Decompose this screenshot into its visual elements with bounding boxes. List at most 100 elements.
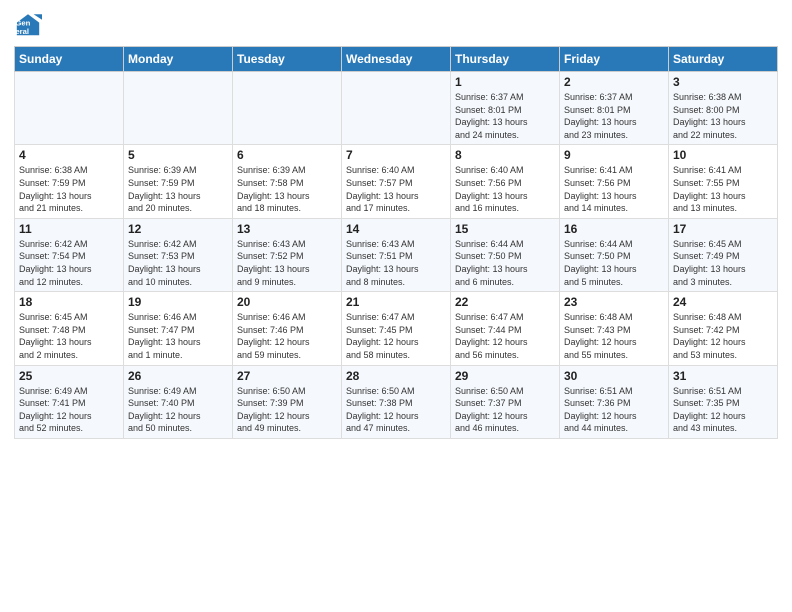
day-cell-5-6: 30 Sunrise: 6:51 AM Sunset: 7:36 PM Dayli… xyxy=(560,365,669,438)
day-cell-4-7: 24 Sunrise: 6:48 AM Sunset: 7:42 PM Dayli… xyxy=(669,292,778,365)
day-cell-5-7: 31 Sunrise: 6:51 AM Sunset: 7:35 PM Dayli… xyxy=(669,365,778,438)
day-number: 5 xyxy=(128,148,228,162)
day-number: 17 xyxy=(673,222,773,236)
day-number: 20 xyxy=(237,295,337,309)
day-number: 19 xyxy=(128,295,228,309)
day-cell-4-5: 22 Sunrise: 6:47 AM Sunset: 7:44 PM Dayli… xyxy=(451,292,560,365)
day-cell-5-5: 29 Sunrise: 6:50 AM Sunset: 7:37 PM Dayli… xyxy=(451,365,560,438)
day-info: Sunrise: 6:38 AM Sunset: 7:59 PM Dayligh… xyxy=(19,164,119,214)
day-cell-3-6: 16 Sunrise: 6:44 AM Sunset: 7:50 PM Dayli… xyxy=(560,218,669,291)
day-info: Sunrise: 6:46 AM Sunset: 7:47 PM Dayligh… xyxy=(128,311,228,361)
day-number: 22 xyxy=(455,295,555,309)
day-info: Sunrise: 6:41 AM Sunset: 7:55 PM Dayligh… xyxy=(673,164,773,214)
day-number: 24 xyxy=(673,295,773,309)
day-number: 4 xyxy=(19,148,119,162)
day-cell-4-1: 18 Sunrise: 6:45 AM Sunset: 7:48 PM Dayli… xyxy=(15,292,124,365)
day-number: 31 xyxy=(673,369,773,383)
day-info: Sunrise: 6:49 AM Sunset: 7:41 PM Dayligh… xyxy=(19,385,119,435)
day-info: Sunrise: 6:38 AM Sunset: 8:00 PM Dayligh… xyxy=(673,91,773,141)
day-number: 29 xyxy=(455,369,555,383)
day-number: 15 xyxy=(455,222,555,236)
logo: Gen eral xyxy=(14,10,46,38)
day-number: 30 xyxy=(564,369,664,383)
day-info: Sunrise: 6:48 AM Sunset: 7:43 PM Dayligh… xyxy=(564,311,664,361)
week-row-4: 18 Sunrise: 6:45 AM Sunset: 7:48 PM Dayli… xyxy=(15,292,778,365)
day-info: Sunrise: 6:50 AM Sunset: 7:37 PM Dayligh… xyxy=(455,385,555,435)
day-number: 9 xyxy=(564,148,664,162)
day-number: 26 xyxy=(128,369,228,383)
day-info: Sunrise: 6:51 AM Sunset: 7:35 PM Dayligh… xyxy=(673,385,773,435)
header-cell-friday: Friday xyxy=(560,47,669,72)
day-info: Sunrise: 6:51 AM Sunset: 7:36 PM Dayligh… xyxy=(564,385,664,435)
day-cell-5-3: 27 Sunrise: 6:50 AM Sunset: 7:39 PM Dayli… xyxy=(233,365,342,438)
week-row-3: 11Sunrise: 6:42 AM Sunset: 7:54 PM Dayli… xyxy=(15,218,778,291)
day-number: 6 xyxy=(237,148,337,162)
day-number: 18 xyxy=(19,295,119,309)
day-info: Sunrise: 6:42 AM Sunset: 7:53 PM Dayligh… xyxy=(128,238,228,288)
day-info: Sunrise: 6:46 AM Sunset: 7:46 PM Dayligh… xyxy=(237,311,337,361)
header-cell-saturday: Saturday xyxy=(669,47,778,72)
day-cell-5-2: 26 Sunrise: 6:49 AM Sunset: 7:40 PM Dayli… xyxy=(124,365,233,438)
svg-text:eral: eral xyxy=(15,27,29,36)
day-info: Sunrise: 6:43 AM Sunset: 7:51 PM Dayligh… xyxy=(346,238,446,288)
header: Gen eral xyxy=(14,10,778,38)
day-cell-4-2: 19 Sunrise: 6:46 AM Sunset: 7:47 PM Dayli… xyxy=(124,292,233,365)
day-info: Sunrise: 6:49 AM Sunset: 7:40 PM Dayligh… xyxy=(128,385,228,435)
day-number: 8 xyxy=(455,148,555,162)
day-number: 13 xyxy=(237,222,337,236)
svg-text:Gen: Gen xyxy=(15,18,30,27)
day-number: 23 xyxy=(564,295,664,309)
day-cell-2-1: 4 Sunrise: 6:38 AM Sunset: 7:59 PM Daylig… xyxy=(15,145,124,218)
header-cell-wednesday: Wednesday xyxy=(342,47,451,72)
day-number: 27 xyxy=(237,369,337,383)
day-cell-2-5: 8Sunrise: 6:40 AM Sunset: 7:56 PM Daylig… xyxy=(451,145,560,218)
day-info: Sunrise: 6:39 AM Sunset: 7:58 PM Dayligh… xyxy=(237,164,337,214)
header-cell-thursday: Thursday xyxy=(451,47,560,72)
day-cell-4-4: 21 Sunrise: 6:47 AM Sunset: 7:45 PM Dayli… xyxy=(342,292,451,365)
day-cell-5-1: 25Sunrise: 6:49 AM Sunset: 7:41 PM Dayli… xyxy=(15,365,124,438)
day-cell-3-4: 14 Sunrise: 6:43 AM Sunset: 7:51 PM Dayli… xyxy=(342,218,451,291)
day-cell-3-3: 13Sunrise: 6:43 AM Sunset: 7:52 PM Dayli… xyxy=(233,218,342,291)
day-cell-2-4: 7Sunrise: 6:40 AM Sunset: 7:57 PM Daylig… xyxy=(342,145,451,218)
day-info: Sunrise: 6:37 AM Sunset: 8:01 PM Dayligh… xyxy=(564,91,664,141)
day-number: 21 xyxy=(346,295,446,309)
day-number: 16 xyxy=(564,222,664,236)
week-row-5: 25Sunrise: 6:49 AM Sunset: 7:41 PM Dayli… xyxy=(15,365,778,438)
day-cell-4-3: 20 Sunrise: 6:46 AM Sunset: 7:46 PM Dayli… xyxy=(233,292,342,365)
day-info: Sunrise: 6:50 AM Sunset: 7:38 PM Dayligh… xyxy=(346,385,446,435)
page: Gen eral SundayMondayTuesdayWednesdayThu… xyxy=(0,0,792,612)
day-info: Sunrise: 6:45 AM Sunset: 7:49 PM Dayligh… xyxy=(673,238,773,288)
day-info: Sunrise: 6:47 AM Sunset: 7:44 PM Dayligh… xyxy=(455,311,555,361)
day-info: Sunrise: 6:41 AM Sunset: 7:56 PM Dayligh… xyxy=(564,164,664,214)
day-cell-2-6: 9 Sunrise: 6:41 AM Sunset: 7:56 PM Daylig… xyxy=(560,145,669,218)
header-cell-monday: Monday xyxy=(124,47,233,72)
day-cell-1-7: 3 Sunrise: 6:38 AM Sunset: 8:00 PM Daylig… xyxy=(669,72,778,145)
day-cell-4-6: 23 Sunrise: 6:48 AM Sunset: 7:43 PM Dayli… xyxy=(560,292,669,365)
day-number: 28 xyxy=(346,369,446,383)
header-cell-tuesday: Tuesday xyxy=(233,47,342,72)
day-info: Sunrise: 6:47 AM Sunset: 7:45 PM Dayligh… xyxy=(346,311,446,361)
day-info: Sunrise: 6:50 AM Sunset: 7:39 PM Dayligh… xyxy=(237,385,337,435)
day-cell-5-4: 28 Sunrise: 6:50 AM Sunset: 7:38 PM Dayli… xyxy=(342,365,451,438)
header-row: SundayMondayTuesdayWednesdayThursdayFrid… xyxy=(15,47,778,72)
day-info: Sunrise: 6:37 AM Sunset: 8:01 PM Dayligh… xyxy=(455,91,555,141)
day-info: Sunrise: 6:44 AM Sunset: 7:50 PM Dayligh… xyxy=(564,238,664,288)
day-cell-1-1 xyxy=(15,72,124,145)
day-cell-1-4 xyxy=(342,72,451,145)
day-cell-3-7: 17 Sunrise: 6:45 AM Sunset: 7:49 PM Dayli… xyxy=(669,218,778,291)
day-info: Sunrise: 6:48 AM Sunset: 7:42 PM Dayligh… xyxy=(673,311,773,361)
day-cell-2-2: 5Sunrise: 6:39 AM Sunset: 7:59 PM Daylig… xyxy=(124,145,233,218)
day-cell-1-5: 1 Sunrise: 6:37 AM Sunset: 8:01 PM Daylig… xyxy=(451,72,560,145)
day-number: 7 xyxy=(346,148,446,162)
day-number: 14 xyxy=(346,222,446,236)
day-cell-1-2 xyxy=(124,72,233,145)
day-cell-3-1: 11Sunrise: 6:42 AM Sunset: 7:54 PM Dayli… xyxy=(15,218,124,291)
day-cell-3-5: 15Sunrise: 6:44 AM Sunset: 7:50 PM Dayli… xyxy=(451,218,560,291)
day-info: Sunrise: 6:45 AM Sunset: 7:48 PM Dayligh… xyxy=(19,311,119,361)
day-number: 1 xyxy=(455,75,555,89)
day-number: 3 xyxy=(673,75,773,89)
day-cell-2-7: 10Sunrise: 6:41 AM Sunset: 7:55 PM Dayli… xyxy=(669,145,778,218)
calendar-table: SundayMondayTuesdayWednesdayThursdayFrid… xyxy=(14,46,778,439)
day-cell-1-6: 2Sunrise: 6:37 AM Sunset: 8:01 PM Daylig… xyxy=(560,72,669,145)
week-row-1: 1 Sunrise: 6:37 AM Sunset: 8:01 PM Daylig… xyxy=(15,72,778,145)
